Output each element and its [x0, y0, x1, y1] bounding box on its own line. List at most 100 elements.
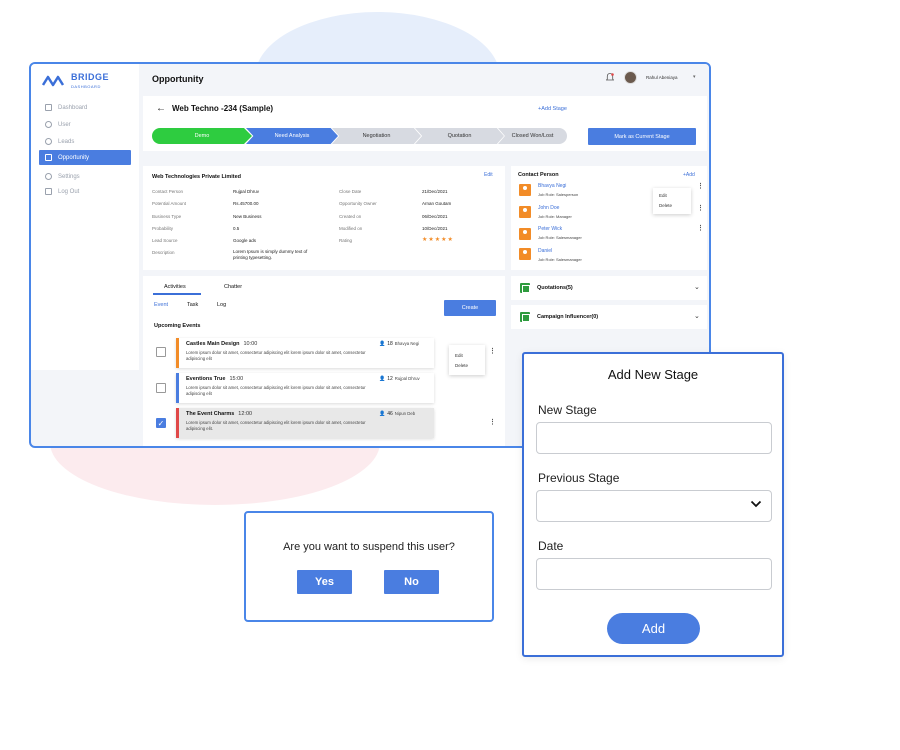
chevron-down-icon[interactable]: ⌄	[694, 283, 700, 291]
contact-name[interactable]: Bhavya Negi	[538, 183, 566, 189]
date-input[interactable]	[536, 558, 772, 590]
sidebar: BRIDGE DASHBOARD Dashboard User Leads Op…	[31, 64, 139, 370]
stage-closed[interactable]: Closed Won/Lost	[498, 128, 567, 144]
company-name: Web Technologies Private Limited	[152, 174, 242, 180]
add-button[interactable]: Add	[607, 613, 700, 644]
contact-name[interactable]: Peter Wick	[538, 226, 562, 232]
mark-current-stage-button[interactable]: Mark as Current Stage	[588, 128, 696, 145]
sidebar-item-leads[interactable]: Leads	[39, 134, 131, 149]
event-card[interactable]: Eventions True 15:00 Lorem ipsum dolor si…	[176, 373, 434, 403]
contact-name[interactable]: John Doe	[538, 205, 559, 211]
modal-title: Add New Stage	[607, 367, 699, 382]
no-button[interactable]: No	[384, 570, 439, 594]
add-stage-link[interactable]: +Add Stage	[538, 106, 567, 112]
contact-name[interactable]: Daniel	[538, 248, 552, 254]
field-label: Business Type	[152, 214, 182, 219]
menu-delete[interactable]: Delete	[455, 363, 468, 368]
sidebar-item-label: Log Out	[58, 188, 80, 195]
yes-button[interactable]: Yes	[297, 570, 352, 594]
menu-delete[interactable]: Delete	[659, 203, 672, 208]
field-label: Opportunity Owner	[339, 201, 377, 206]
subtab-event[interactable]: Event	[154, 302, 168, 308]
notification-bell-icon[interactable]	[606, 73, 614, 82]
stage-label: Closed Won/Lost	[511, 133, 554, 139]
avatar[interactable]	[624, 71, 637, 84]
active-tab-indicator	[153, 293, 201, 295]
person-icon	[519, 248, 531, 260]
more-options-icon[interactable]: ⋮	[697, 225, 704, 232]
chart-icon	[45, 154, 52, 161]
event-attendees: 👤 18 Bhavya Negi	[379, 341, 419, 347]
event-attendees: 👤 46 Nipun Deb	[379, 411, 415, 417]
tab-activities[interactable]: Activities	[164, 284, 186, 290]
sidebar-item-logout[interactable]: Log Out	[39, 184, 131, 199]
section-title: Quotations(5)	[537, 285, 573, 291]
field-value: 06/Dec/2021	[422, 214, 448, 219]
previous-stage-select[interactable]	[536, 490, 772, 522]
field-label: Contact Person	[152, 189, 184, 194]
sidebar-item-user[interactable]: User	[39, 117, 131, 132]
back-arrow-icon[interactable]: ←	[156, 103, 166, 114]
event-title: The Event Charms 12:00	[186, 411, 252, 417]
field-value: New Business	[233, 214, 262, 219]
contact-person-title: Contact Person	[518, 172, 559, 178]
sidebar-item-settings[interactable]: Settings	[39, 169, 131, 184]
field-label: Lead Source	[152, 238, 178, 243]
stage-label: Demo	[194, 133, 210, 139]
edit-company-link[interactable]: Edit	[484, 172, 493, 178]
document-icon	[520, 312, 530, 322]
event-time: 10:00	[243, 341, 258, 347]
new-stage-input[interactable]	[536, 422, 772, 454]
event-card[interactable]: The Event Charms 12:00 Lorem ipsum dolor …	[176, 408, 434, 438]
attendee-count: 18	[387, 341, 393, 347]
event-title: Eventions True 15:00	[186, 376, 243, 382]
chevron-down-icon[interactable]: ⌄	[694, 312, 700, 320]
event-checkbox[interactable]: ✓	[156, 418, 166, 428]
stage-label: Quotation	[447, 133, 472, 139]
attendee-name: Nipun Deb	[394, 411, 416, 416]
field-label: Probability	[152, 226, 174, 231]
sidebar-item-opportunity[interactable]: Opportunity	[39, 150, 131, 165]
attendee-name: Bhavya Negi	[394, 341, 420, 346]
attendees-icon: 👤	[379, 376, 386, 382]
stage-quotation[interactable]: Quotation	[415, 128, 504, 144]
add-contact-link[interactable]: +Add	[683, 172, 695, 178]
create-button[interactable]: Create	[444, 300, 496, 316]
user-name[interactable]: Rahul Abeniaya	[646, 75, 678, 80]
stage-demo[interactable]: Demo	[152, 128, 252, 144]
stage-negotiation[interactable]: Negotiation	[332, 128, 421, 144]
event-checkbox[interactable]	[156, 383, 166, 393]
company-details-card	[143, 166, 505, 270]
menu-edit[interactable]: Edit	[659, 193, 667, 198]
subtab-task[interactable]: Task	[187, 302, 198, 308]
event-context-menu: Edit Delete	[449, 345, 485, 375]
date-label: Date	[538, 539, 564, 553]
attendee-count: 46	[387, 411, 393, 417]
document-icon	[520, 283, 530, 293]
more-options-icon[interactable]: ⋮	[489, 419, 496, 426]
logo-icon	[41, 75, 65, 87]
chevron-down-icon	[750, 500, 762, 508]
contact-role: Job Role: Salesmanager	[538, 235, 582, 240]
users-icon	[45, 138, 52, 145]
page-title: Opportunity	[152, 74, 204, 84]
sidebar-item-dashboard[interactable]: Dashboard	[39, 100, 131, 115]
event-checkbox[interactable]	[156, 347, 166, 357]
attendees-icon: 👤	[379, 411, 386, 417]
more-options-icon[interactable]: ⋮	[697, 183, 704, 190]
field-value: Google ads	[233, 238, 257, 243]
stage-need-analysis[interactable]: Need Analysis	[246, 128, 338, 144]
stage-label: Negotiation	[362, 133, 391, 139]
event-card[interactable]: Castles Main Design 10:00 Lorem ipsum dol…	[176, 338, 434, 368]
menu-edit[interactable]: Edit	[455, 353, 463, 358]
tab-chatter[interactable]: Chatter	[224, 284, 242, 290]
more-options-icon[interactable]: ⋮	[489, 348, 496, 355]
more-options-icon[interactable]: ⋮	[697, 205, 704, 212]
chevron-down-icon[interactable]: ▾	[693, 74, 696, 80]
gear-icon	[45, 173, 52, 180]
event-description: Lorem ipsum dolor sit amet, consectetur …	[186, 350, 366, 361]
event-title-text: Eventions True	[186, 376, 226, 382]
subtab-log[interactable]: Log	[217, 302, 226, 308]
upcoming-events-heading: Upcoming Events	[154, 323, 201, 329]
field-value: 10/Dec/2021	[422, 226, 448, 231]
